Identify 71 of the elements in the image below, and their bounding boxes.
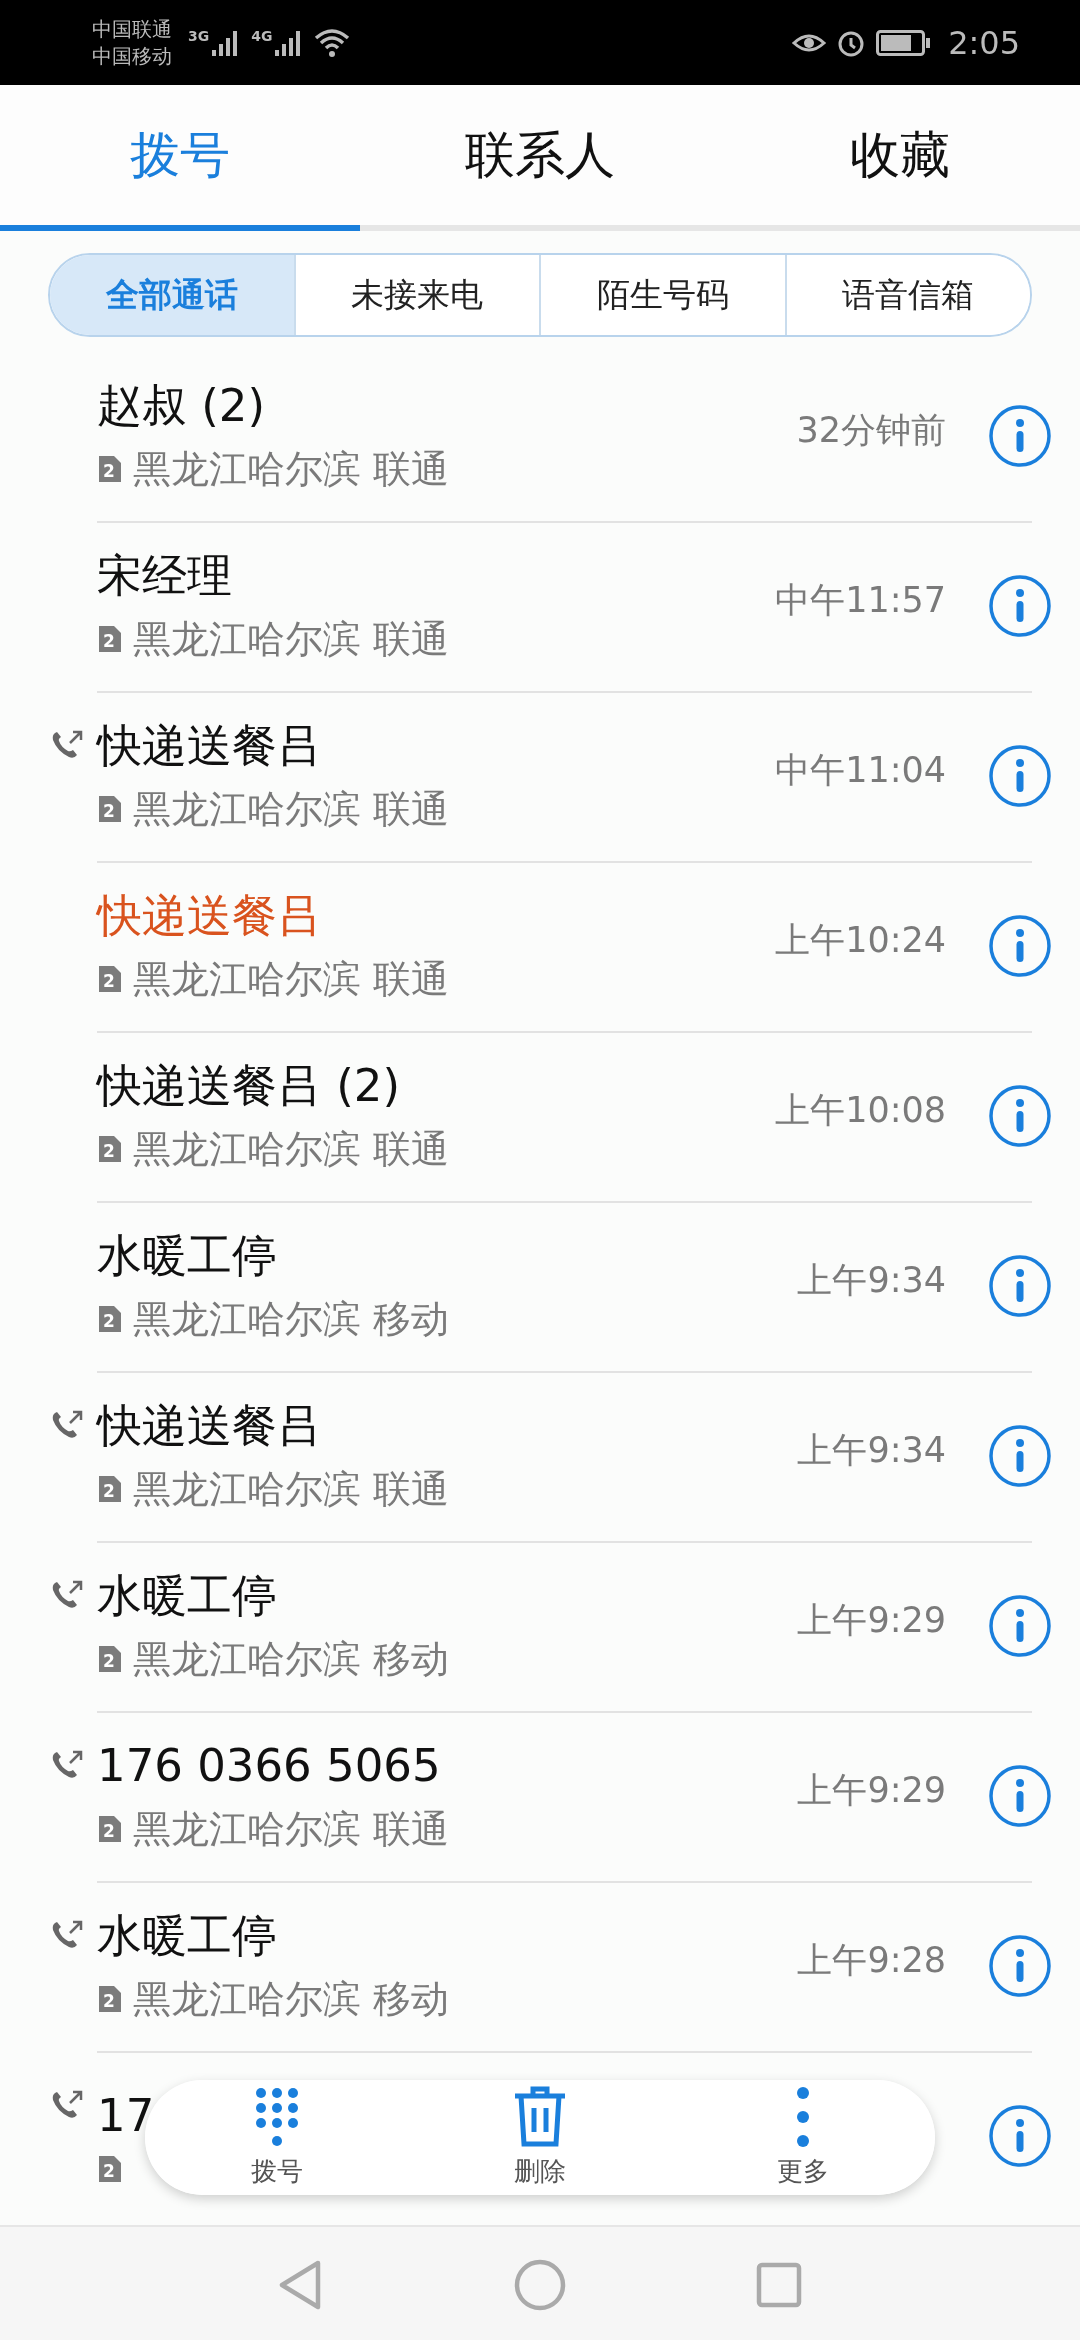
- call-location: 黑龙江哈尔滨 联通: [133, 445, 450, 493]
- call-time: 中午11:57: [775, 578, 946, 622]
- sim-card-icon: 2: [97, 1984, 123, 2014]
- network-type: 4G: [251, 27, 273, 44]
- call-time: 上午10:08: [775, 1088, 946, 1132]
- call-time: 上午9:28: [797, 1938, 946, 1982]
- sim-card-icon: 2: [97, 1814, 123, 1844]
- tab[interactable]: 收藏: [720, 85, 1080, 231]
- carrier-name: 中国联通: [92, 15, 172, 43]
- info-icon[interactable]: [988, 2104, 1052, 2168]
- sim-card-icon: 2: [97, 1474, 123, 1504]
- trash-icon: [513, 2086, 567, 2148]
- call-location: 黑龙江哈尔滨 联通: [133, 955, 450, 1003]
- info-icon[interactable]: [988, 1934, 1052, 1998]
- contact-name: 17: [97, 2088, 155, 2144]
- recents-icon[interactable]: [756, 2261, 802, 2308]
- call-time: 中午11:04: [775, 748, 946, 792]
- sim-card-icon: 2: [97, 1304, 123, 1334]
- contact-name: 快递送餐吕: [97, 717, 322, 774]
- call-time: 上午9:29: [797, 1768, 946, 1812]
- action-button[interactable]: 删除: [450, 2085, 630, 2190]
- call-location: 黑龙江哈尔滨 移动: [133, 1635, 450, 1683]
- call-location: 黑龙江哈尔滨 联通: [133, 1465, 450, 1513]
- sim-card-icon: 2: [97, 454, 123, 484]
- battery-icon: [876, 28, 933, 57]
- contact-name: 快递送餐吕: [97, 1397, 322, 1454]
- info-icon[interactable]: [988, 574, 1052, 638]
- call-location: 黑龙江哈尔滨 移动: [133, 1295, 450, 1343]
- info-icon[interactable]: [988, 1424, 1052, 1488]
- call-location: 黑龙江哈尔滨 联通: [133, 615, 450, 663]
- info-icon[interactable]: [988, 744, 1052, 808]
- clock-time: 2:05: [948, 23, 1020, 62]
- tab[interactable]: 联系人: [360, 85, 720, 231]
- contact-name: 176 0366 5065: [97, 1737, 441, 1794]
- call-time: 上午10:24: [775, 918, 946, 962]
- home-icon[interactable]: [514, 2258, 566, 2311]
- call-time: 32分钟前: [796, 408, 946, 452]
- info-icon[interactable]: [988, 404, 1052, 468]
- sim-card-icon: 2: [97, 2154, 123, 2184]
- call-time: 上午9:34: [797, 1428, 946, 1472]
- contact-name: 水暖工停: [97, 1907, 277, 1964]
- info-icon[interactable]: [988, 914, 1052, 978]
- contact-name: 水暖工停: [97, 1227, 277, 1284]
- contact-name: 水暖工停: [97, 1567, 277, 1624]
- more-icon: [796, 2086, 811, 2148]
- contact-name: 宋经理: [97, 547, 232, 604]
- call-time: 上午9:29: [797, 1598, 946, 1642]
- sim-card-icon: 2: [97, 1644, 123, 1674]
- info-icon[interactable]: [988, 1084, 1052, 1148]
- action-button[interactable]: 拨号: [186, 2085, 367, 2190]
- contact-name: 快递送餐吕 (2): [97, 1057, 401, 1114]
- filter-tab[interactable]: 语音信箱: [784, 255, 1030, 335]
- network-type: 3G: [188, 27, 210, 44]
- call-location: 黑龙江哈尔滨 联通: [133, 1805, 450, 1853]
- info-icon[interactable]: [988, 1594, 1052, 1658]
- call-time: 上午9:34: [797, 1258, 946, 1302]
- call-location: 黑龙江哈尔滨 移动: [133, 1975, 450, 2023]
- sim-card-icon: 2: [97, 964, 123, 994]
- call-location: 黑龙江哈尔滨 联通: [133, 785, 450, 833]
- sim-card-icon: 2: [97, 794, 123, 824]
- action-button[interactable]: 更多: [713, 2085, 894, 2190]
- tab[interactable]: 拨号: [0, 85, 360, 231]
- carrier-name: 中国移动: [92, 42, 172, 70]
- sim-card-icon: 2: [97, 624, 123, 654]
- wifi-icon: [314, 27, 351, 58]
- info-icon[interactable]: [988, 1764, 1052, 1828]
- sim-card-icon: 2: [97, 1134, 123, 1164]
- contact-name: 赵叔 (2): [97, 377, 266, 434]
- contact-name: 快递送餐吕: [97, 887, 322, 944]
- call-location: 黑龙江哈尔滨 联通: [133, 1125, 450, 1173]
- info-icon[interactable]: [988, 1254, 1052, 1318]
